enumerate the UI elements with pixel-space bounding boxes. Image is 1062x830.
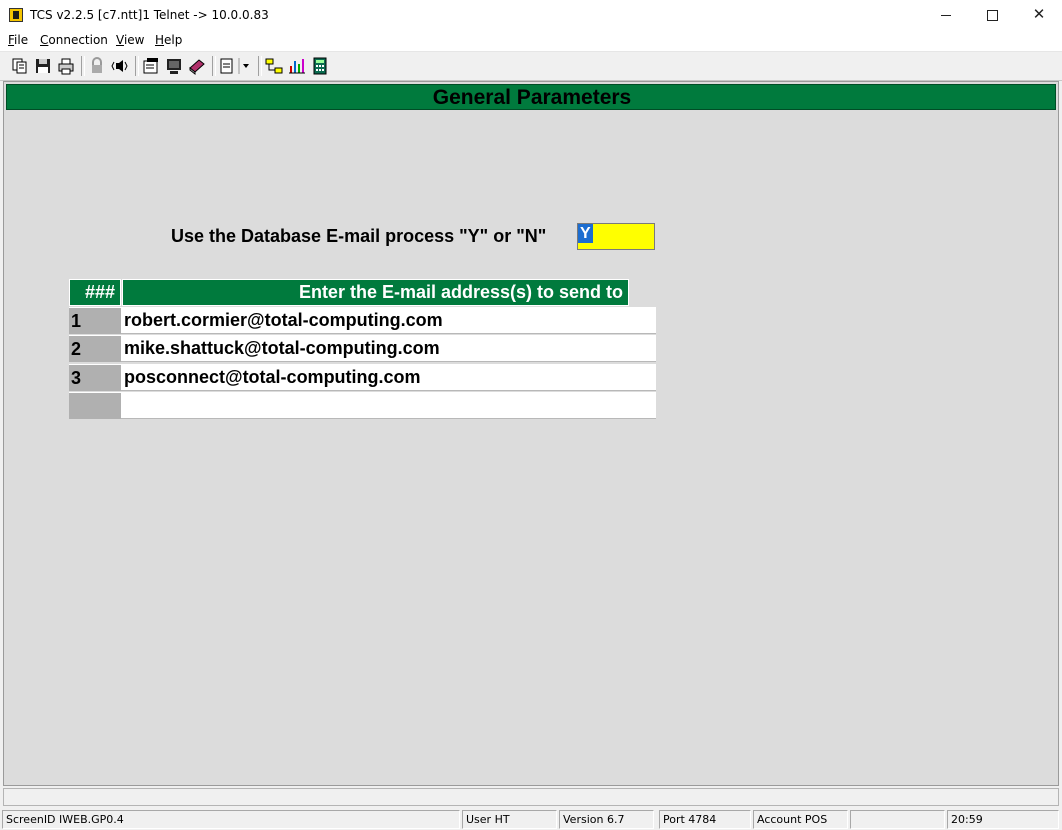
- status-version: Version 6.7: [559, 810, 654, 829]
- save-icon[interactable]: [33, 56, 53, 76]
- speaker-icon[interactable]: [110, 56, 130, 76]
- app-window: TCS v2.2.5 [c7.ntt]1 Telnet -> 10.0.0.83…: [0, 0, 1062, 830]
- toolbar: [0, 52, 1062, 81]
- title-bar[interactable]: TCS v2.2.5 [c7.ntt]1 Telnet -> 10.0.0.83…: [0, 0, 1062, 30]
- page-title: General Parameters: [432, 86, 632, 109]
- menu-connection[interactable]: Connection: [40, 33, 108, 47]
- toolbar-separator: [81, 56, 85, 76]
- status-port: Port 4784: [659, 810, 751, 829]
- message-line: [3, 788, 1059, 806]
- maximize-icon: [986, 9, 998, 21]
- column-header-number: ###: [69, 279, 121, 306]
- toolbar-separator: [135, 56, 139, 76]
- minimize-icon: [941, 14, 951, 16]
- email-process-prompt: Use the Database E-mail process "Y" or "…: [171, 226, 547, 246]
- email-address-field[interactable]: mike.shattuck@total-computing.com: [121, 335, 656, 362]
- app-logo-icon[interactable]: [9, 8, 23, 22]
- menu-bar: File Connection View Help: [0, 30, 1062, 52]
- menu-help[interactable]: Help: [155, 33, 182, 47]
- column-header-email: Enter the E-mail address(s) to send to: [122, 279, 629, 306]
- book-icon[interactable]: [187, 56, 207, 76]
- email-process-yn-field[interactable]: Y: [577, 223, 655, 250]
- screen-header: General Parameters: [6, 84, 1056, 110]
- row-number: 2: [69, 335, 121, 362]
- yn-field-value: Y: [578, 224, 593, 243]
- email-address-field[interactable]: [121, 392, 656, 419]
- email-address-field[interactable]: posconnect@total-computing.com: [121, 364, 656, 391]
- terminal-screen[interactable]: General Parameters Use the Database E-ma…: [3, 81, 1059, 786]
- status-screen-id: ScreenID IWEB.GP0.4: [2, 810, 460, 829]
- row-number: 1: [69, 307, 121, 334]
- minimize-button[interactable]: [923, 0, 969, 30]
- toolbar-separator: [212, 56, 216, 76]
- copy-icon[interactable]: [10, 56, 30, 76]
- terminal-icon[interactable]: [164, 56, 184, 76]
- print-icon[interactable]: [56, 56, 76, 76]
- lock-icon[interactable]: [87, 56, 107, 76]
- calculator-icon[interactable]: [310, 56, 330, 76]
- chart-icon[interactable]: [287, 56, 307, 76]
- maximize-button[interactable]: [969, 0, 1015, 30]
- network-icon[interactable]: [264, 56, 284, 76]
- row-number: [69, 392, 121, 419]
- status-user: User HT: [462, 810, 557, 829]
- properties-icon[interactable]: [141, 56, 161, 76]
- clipboard-dropdown-icon[interactable]: [218, 56, 254, 76]
- close-button[interactable]: ✕: [1016, 0, 1062, 30]
- email-address-field[interactable]: robert.cormier@total-computing.com: [121, 307, 656, 334]
- menu-view[interactable]: View: [116, 33, 144, 47]
- status-bar: ScreenID IWEB.GP0.4 User HT Version 6.7 …: [0, 809, 1062, 830]
- status-empty: [850, 810, 945, 829]
- menu-file[interactable]: File: [8, 33, 28, 47]
- toolbar-separator: [258, 56, 262, 76]
- status-time: 20:59: [947, 810, 1059, 829]
- status-account: Account POS: [753, 810, 848, 829]
- window-title: TCS v2.2.5 [c7.ntt]1 Telnet -> 10.0.0.83: [30, 8, 269, 22]
- row-number: 3: [69, 364, 121, 391]
